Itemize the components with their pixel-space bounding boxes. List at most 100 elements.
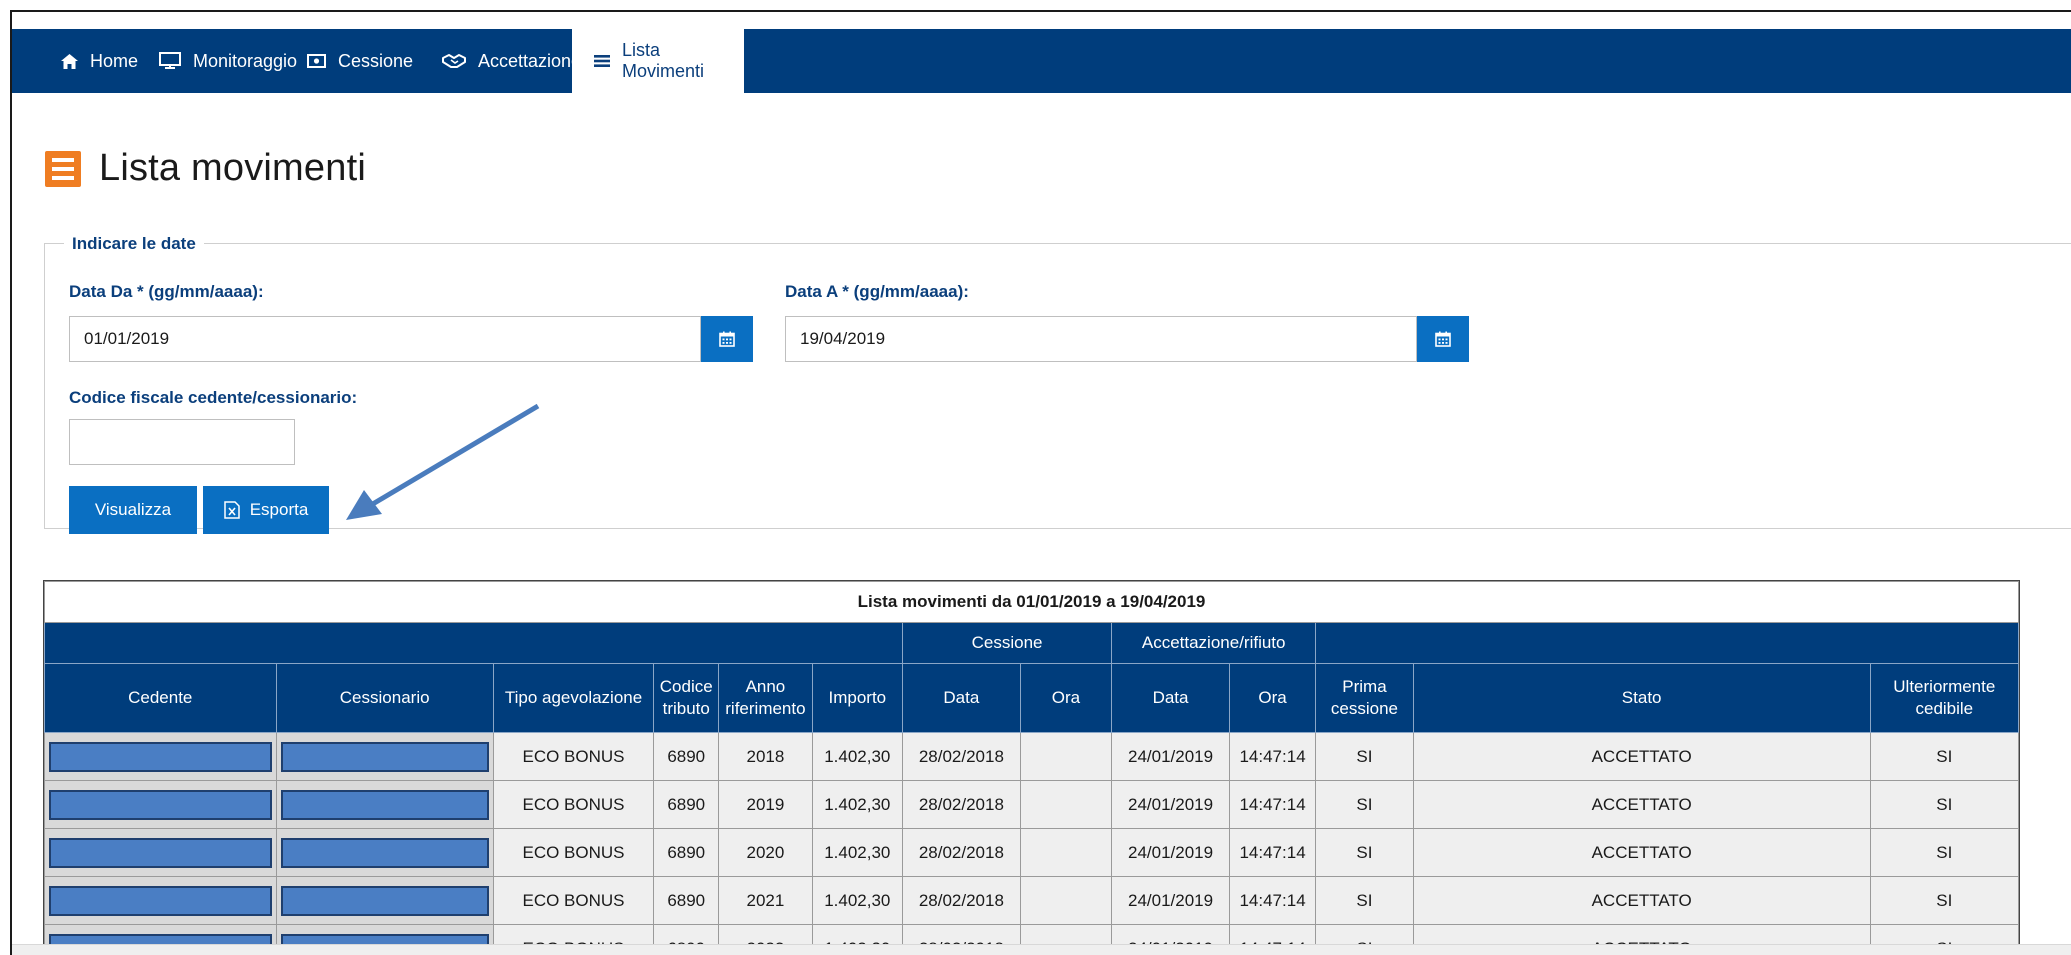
table-caption: Lista movimenti da 01/01/2019 a 19/04/20… (44, 581, 2019, 623)
redacted-block (280, 789, 489, 820)
data-cessione-cell: 28/02/2018 (901, 828, 1021, 877)
nav-item-lista-movimenti[interactable]: Lista Movimenti (572, 29, 744, 93)
column-header-ulteriormente: Ulteriormente cedibile (1869, 663, 2020, 733)
column-header-codice: Codice tributo (653, 663, 720, 733)
anno-cell: 2019 (718, 780, 813, 829)
tipo-cell: ECO BONUS (492, 876, 655, 925)
cessionario-cell (275, 732, 494, 781)
date-to-input[interactable]: 19/04/2019 (785, 316, 1417, 362)
anno-cell: 2018 (718, 732, 813, 781)
ulteriormente-cell: SI (1869, 732, 2020, 781)
top-navigation: Home Monitoraggio Cessione Accettazione … (12, 29, 2071, 93)
tipo-cell: ECO BONUS (492, 828, 655, 877)
nav-label-home: Home (90, 50, 139, 71)
visualizza-button[interactable]: Visualizza (69, 486, 197, 534)
cedente-cell (44, 828, 277, 877)
nav-item-cessione[interactable]: Cessione (285, 29, 435, 93)
movements-table: Lista movimenti da 01/01/2019 a 19/04/20… (43, 580, 2020, 955)
column-header-importo: Importo (811, 663, 903, 733)
data-cessione-cell: 28/02/2018 (901, 876, 1021, 925)
tipo-cell: ECO BONUS (492, 732, 655, 781)
esporta-label: Esporta (249, 500, 309, 519)
calendar-icon (719, 331, 735, 347)
money-icon (307, 54, 326, 68)
ora-cessione-cell (1019, 828, 1113, 877)
horizontal-scrollbar-area[interactable] (12, 944, 2071, 955)
column-header-prima-cessione: Prima cessione (1315, 663, 1414, 733)
ulteriormente-cell: SI (1869, 828, 2020, 877)
menu-icon (45, 150, 81, 187)
prima-cessione-cell: SI (1315, 876, 1414, 925)
stato-cell: ACCETTATO (1412, 780, 1871, 829)
data-cessione-cell: 28/02/2018 (901, 780, 1021, 829)
ora-accettazione-cell: 14:47:14 (1228, 732, 1317, 781)
cessionario-cell (275, 876, 494, 925)
date-from-input[interactable]: 01/01/2019 (69, 316, 701, 362)
data-accettazione-cell: 24/01/2019 (1111, 780, 1230, 829)
importo-cell: 1.402,30 (811, 876, 903, 925)
date-to-label: Data A * (gg/mm/aaaa): (785, 282, 969, 301)
esporta-button[interactable]: Esporta (203, 486, 329, 534)
nav-label-lista-movimenti: Lista Movimenti (622, 40, 705, 81)
handshake-icon (442, 53, 466, 69)
nav-label-cessione: Cessione (338, 50, 414, 71)
anno-cell: 2021 (718, 876, 813, 925)
stato-cell: ACCETTATO (1412, 828, 1871, 877)
anno-cell: 2020 (718, 828, 813, 877)
page-title: Lista movimenti (99, 147, 366, 189)
redacted-block (280, 885, 489, 916)
prima-cessione-cell: SI (1315, 780, 1414, 829)
column-header-cessionario: Cessionario (275, 663, 494, 733)
date-to-calendar-button[interactable] (1417, 316, 1469, 362)
cedente-cell (44, 876, 277, 925)
column-header-stato: Stato (1412, 663, 1871, 733)
importo-cell: 1.402,30 (811, 780, 903, 829)
column-header-cedente: Cedente (44, 663, 277, 733)
fieldset-legend: Indicare le date (64, 234, 204, 254)
home-icon (61, 53, 78, 69)
browser-frame: Home Monitoraggio Cessione Accettazione … (10, 10, 2071, 955)
nav-label-accettazione: Accettazione (478, 50, 582, 71)
column-header-data-accettazione: Data (1111, 663, 1230, 733)
ulteriormente-cell: SI (1869, 780, 2020, 829)
nav-label-monitoraggio: Monitoraggio (193, 50, 298, 71)
codice-cell: 6890 (653, 780, 720, 829)
header-group-empty-right (1315, 622, 2019, 664)
column-header-anno: Anno riferimento (718, 663, 813, 733)
date-from-calendar-button[interactable] (701, 316, 753, 362)
data-accettazione-cell: 24/01/2019 (1111, 732, 1230, 781)
prima-cessione-cell: SI (1315, 732, 1414, 781)
header-group-empty (44, 622, 903, 664)
monitor-icon (159, 52, 181, 70)
stato-cell: ACCETTATO (1412, 732, 1871, 781)
importo-cell: 1.402,30 (811, 732, 903, 781)
codice-fiscale-input[interactable] (69, 419, 295, 465)
date-from-label: Data Da * (gg/mm/aaaa): (69, 282, 264, 301)
redacted-block (49, 885, 272, 916)
codice-cell: 6890 (653, 732, 720, 781)
ora-accettazione-cell: 14:47:14 (1228, 828, 1317, 877)
column-header-ora-cessione: Ora (1019, 663, 1113, 733)
cessionario-cell (275, 828, 494, 877)
cessionario-cell (275, 780, 494, 829)
page-header: Lista movimenti (45, 147, 366, 190)
header-group-accettazione: Accettazione/rifiuto (1111, 622, 1317, 664)
ora-accettazione-cell: 14:47:14 (1228, 876, 1317, 925)
column-header-tipo: Tipo agevolazione (492, 663, 655, 733)
data-accettazione-cell: 24/01/2019 (1111, 876, 1230, 925)
ora-cessione-cell (1019, 780, 1113, 829)
tipo-cell: ECO BONUS (492, 780, 655, 829)
table-row: ECO BONUS 6890 2021 1.402,30 28/02/2018 … (44, 876, 2020, 925)
calendar-icon (1435, 331, 1451, 347)
importo-cell: 1.402,30 (811, 828, 903, 877)
ulteriormente-cell: SI (1869, 876, 2020, 925)
prima-cessione-cell: SI (1315, 828, 1414, 877)
header-group-cessione: Cessione (901, 622, 1113, 664)
list-icon (594, 54, 610, 68)
ora-accettazione-cell: 14:47:14 (1228, 780, 1317, 829)
redacted-block (49, 741, 272, 772)
ora-cessione-cell (1019, 732, 1113, 781)
table-row: ECO BONUS 6890 2018 1.402,30 28/02/2018 … (44, 732, 2020, 781)
cedente-cell (44, 732, 277, 781)
ora-cessione-cell (1019, 876, 1113, 925)
